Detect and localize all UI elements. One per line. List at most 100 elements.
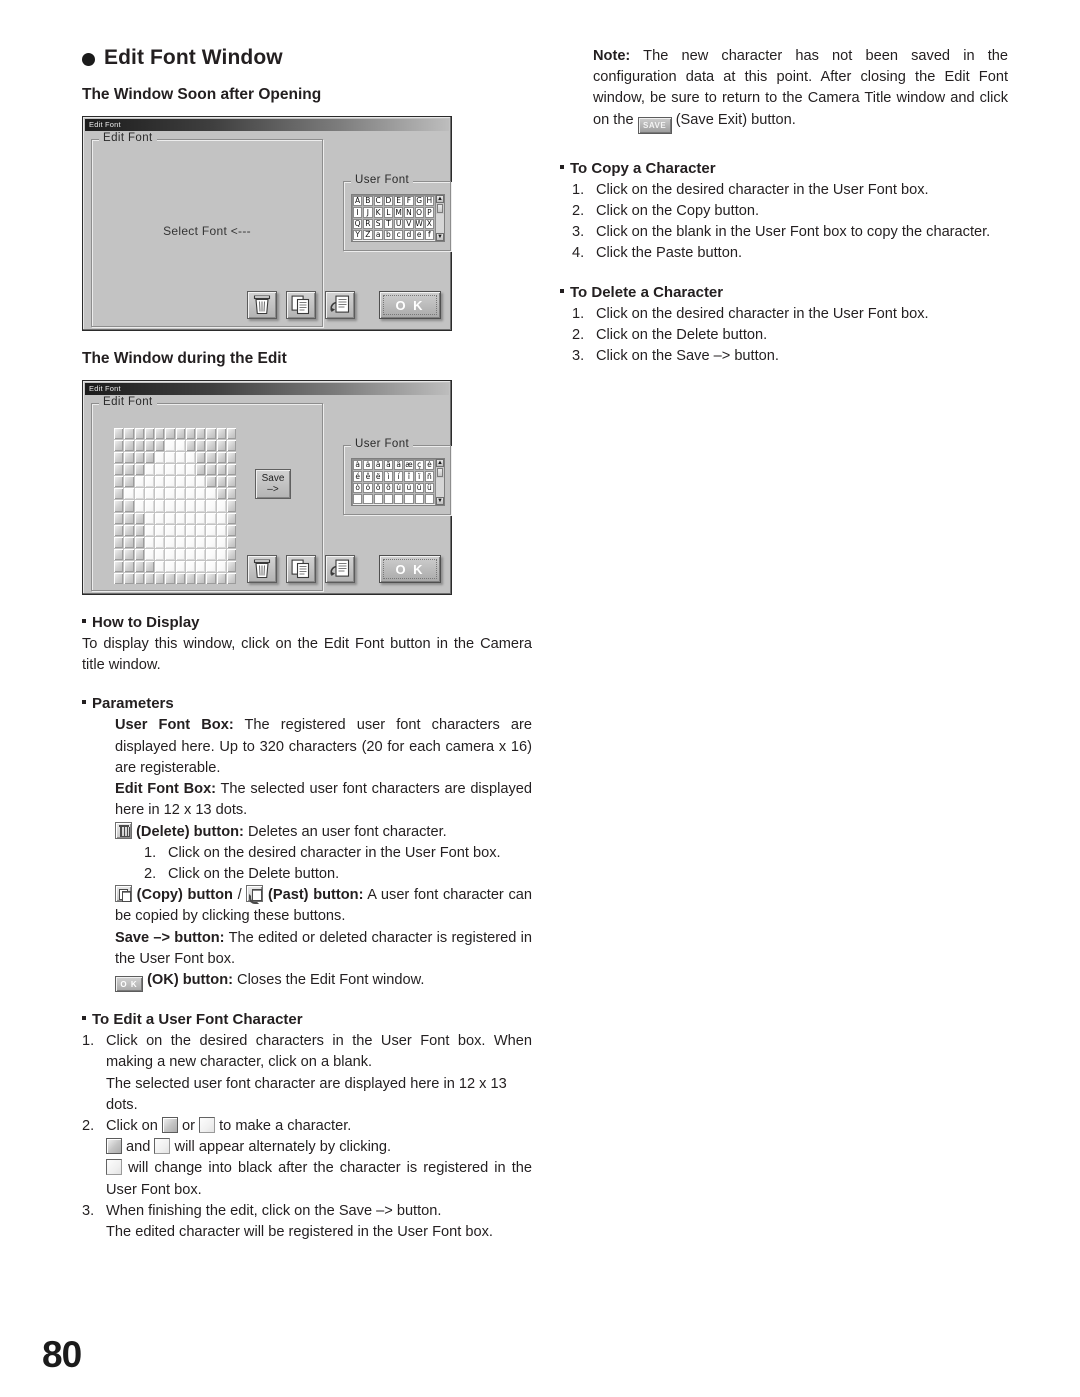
user-font-cell[interactable]: U	[394, 218, 404, 229]
user-font-cell[interactable]: G	[414, 196, 424, 207]
dot-cell[interactable]	[185, 452, 195, 464]
dot-cell[interactable]	[175, 440, 185, 452]
dot-cell[interactable]	[124, 452, 134, 464]
dot-cell[interactable]	[134, 452, 144, 464]
dot-cell[interactable]	[196, 572, 206, 584]
user-font-cell[interactable]: ä	[394, 460, 404, 471]
user-font-cell[interactable]: C	[373, 196, 383, 207]
dot-cell[interactable]	[196, 428, 206, 440]
dot-cell[interactable]	[226, 536, 236, 548]
dot-cell[interactable]	[175, 548, 185, 560]
dot-cell[interactable]	[124, 464, 134, 476]
dot-cell[interactable]	[216, 560, 226, 572]
user-font-cell[interactable]	[363, 493, 373, 504]
user-font-cell[interactable]	[414, 493, 424, 504]
dot-cell[interactable]	[226, 464, 236, 476]
user-font-cell[interactable]: S	[373, 218, 383, 229]
dot-cell[interactable]	[185, 560, 195, 572]
dot-cell[interactable]	[155, 560, 165, 572]
dot-cell[interactable]	[165, 476, 175, 488]
dot-cell[interactable]	[206, 488, 216, 500]
scroll-down-icon[interactable]: ▼	[436, 497, 444, 505]
delete-button[interactable]	[247, 291, 277, 319]
dot-cell[interactable]	[144, 524, 154, 536]
dot-cell[interactable]	[175, 536, 185, 548]
dialog2-user-font-box[interactable]: àáâãäæçè éêëìíîïñ òóôõùúûü ▲ ▼	[351, 458, 445, 506]
ok-button[interactable]: O K	[379, 555, 441, 583]
user-font-cell[interactable]: e	[414, 229, 424, 240]
dot-cell[interactable]	[124, 476, 134, 488]
dot-cell[interactable]	[196, 512, 206, 524]
dot-cell[interactable]	[185, 536, 195, 548]
dot-cell[interactable]	[134, 440, 144, 452]
user-font-cell[interactable]: A	[353, 196, 363, 207]
dot-cell[interactable]	[206, 560, 216, 572]
dot-cell[interactable]	[134, 500, 144, 512]
dot-cell[interactable]	[165, 464, 175, 476]
dot-cell[interactable]	[134, 428, 144, 440]
dot-cell[interactable]	[196, 536, 206, 548]
dot-cell[interactable]	[216, 536, 226, 548]
dot-cell[interactable]	[144, 512, 154, 524]
user-font-cell[interactable]: û	[414, 482, 424, 493]
copy-button[interactable]	[286, 291, 316, 319]
dot-cell[interactable]	[114, 428, 124, 440]
dot-cell[interactable]	[134, 524, 144, 536]
user-font-cell[interactable]: T	[383, 218, 393, 229]
dot-cell[interactable]	[114, 464, 124, 476]
dot-cell[interactable]	[185, 512, 195, 524]
dot-cell[interactable]	[185, 524, 195, 536]
user-font-cell[interactable]: a	[373, 229, 383, 240]
user-font-cell[interactable]: H	[424, 196, 434, 207]
scroll-thumb[interactable]	[437, 468, 443, 477]
scroll-down-icon[interactable]: ▼	[436, 233, 444, 241]
user-font-cell[interactable]: æ	[404, 460, 414, 471]
dot-cell[interactable]	[185, 440, 195, 452]
dot-cell[interactable]	[124, 524, 134, 536]
dot-cell[interactable]	[175, 428, 185, 440]
dot-cell[interactable]	[165, 440, 175, 452]
dot-cell[interactable]	[144, 548, 154, 560]
user-font-cell[interactable]: é	[353, 471, 363, 482]
dot-cell[interactable]	[165, 488, 175, 500]
dot-cell[interactable]	[196, 560, 206, 572]
dot-cell[interactable]	[134, 572, 144, 584]
user-font-cell[interactable]: M	[394, 207, 404, 218]
user-font-cell[interactable]: è	[424, 460, 434, 471]
dot-cell[interactable]	[165, 548, 175, 560]
dot-cell[interactable]	[206, 524, 216, 536]
user-font-cell[interactable]: f	[424, 229, 434, 240]
dot-cell[interactable]	[185, 548, 195, 560]
dot-cell[interactable]	[114, 536, 124, 548]
dot-cell[interactable]	[216, 476, 226, 488]
user-font-cell[interactable]: ç	[414, 460, 424, 471]
dot-cell[interactable]	[226, 560, 236, 572]
user-font-cell[interactable]	[353, 493, 363, 504]
dot-cell[interactable]	[124, 500, 134, 512]
dot-cell[interactable]	[155, 536, 165, 548]
dot-cell[interactable]	[134, 488, 144, 500]
dot-cell[interactable]	[144, 572, 154, 584]
dot-cell[interactable]	[175, 476, 185, 488]
user-font-cell[interactable]: D	[383, 196, 393, 207]
dot-cell[interactable]	[185, 488, 195, 500]
dot-cell[interactable]	[216, 572, 226, 584]
dot-cell[interactable]	[206, 500, 216, 512]
dot-cell[interactable]	[114, 548, 124, 560]
save-arrow-button[interactable]: Save –>	[255, 469, 291, 499]
copy-button[interactable]	[286, 555, 316, 583]
dot-cell[interactable]	[124, 548, 134, 560]
dot-cell[interactable]	[216, 488, 226, 500]
paste-button[interactable]	[325, 291, 355, 319]
user-font-cell[interactable]: K	[373, 207, 383, 218]
dot-cell[interactable]	[124, 440, 134, 452]
dot-cell[interactable]	[114, 476, 124, 488]
dot-cell[interactable]	[216, 512, 226, 524]
dot-cell[interactable]	[226, 524, 236, 536]
user-font-cell[interactable]: L	[383, 207, 393, 218]
dot-cell[interactable]	[124, 428, 134, 440]
dot-cell[interactable]	[206, 464, 216, 476]
user-font-cell[interactable]: d	[404, 229, 414, 240]
dot-cell[interactable]	[155, 524, 165, 536]
user-font-cell[interactable]: Z	[363, 229, 373, 240]
